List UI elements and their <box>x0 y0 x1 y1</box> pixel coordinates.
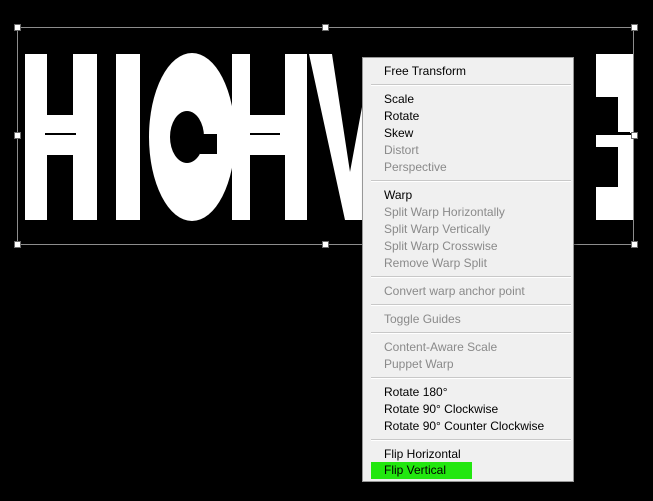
handle-bottom-center[interactable] <box>322 241 329 248</box>
handle-top-center[interactable] <box>322 24 329 31</box>
menu-item-rotate-90-clockwise[interactable]: Rotate 90° Clockwise <box>371 401 565 418</box>
menu-item-scale[interactable]: Scale <box>371 91 565 108</box>
menu-item-convert-warp-anchor-point: Convert warp anchor point <box>384 284 525 298</box>
menu-separator <box>371 276 571 278</box>
menu-item-split-warp-crosswise: Split Warp Crosswise <box>384 239 498 253</box>
handle-top-right[interactable] <box>631 24 638 31</box>
menu-item-free-transform[interactable]: Free Transform <box>371 63 565 80</box>
handle-bottom-right[interactable] <box>631 241 638 248</box>
menu-item-content-aware-scale: Content-Aware Scale <box>384 340 498 354</box>
letter-e <box>596 54 634 220</box>
menu-item-split-warp-horizontally: Split Warp Horizontally <box>384 205 505 219</box>
menu-item-flip-vertical[interactable]: Flip Vertical <box>371 462 472 479</box>
letter-i <box>116 54 140 220</box>
menu-item-flip-horizontal[interactable]: Flip Horizontal <box>371 446 565 463</box>
handle-middle-right[interactable] <box>631 132 638 139</box>
menu-item-puppet-warp: Puppet Warp <box>384 357 454 371</box>
menu-separator <box>371 84 571 86</box>
menu-item-split-warp-vertically: Split Warp Vertically <box>384 222 491 236</box>
handle-middle-left[interactable] <box>14 132 21 139</box>
letter-g <box>149 53 235 221</box>
letter-h-2 <box>232 54 307 220</box>
menu-item-perspective: Perspective <box>384 160 447 174</box>
document-canvas[interactable]: Free Transform Scale Rotate Skew Distort… <box>0 0 653 501</box>
letter-w <box>309 54 362 220</box>
letter-h-1 <box>25 54 97 220</box>
menu-separator <box>371 180 571 182</box>
menu-separator <box>371 439 571 441</box>
menu-item-distort: Distort <box>384 143 419 157</box>
menu-item-rotate-180[interactable]: Rotate 180° <box>371 384 565 401</box>
transform-context-menu: Free Transform Scale Rotate Skew Distort… <box>362 57 574 482</box>
menu-item-rotate[interactable]: Rotate <box>371 108 565 125</box>
menu-item-rotate-90-counter-clockwise[interactable]: Rotate 90° Counter Clockwise <box>371 418 565 435</box>
menu-item-toggle-guides: Toggle Guides <box>384 312 461 326</box>
menu-item-remove-warp-split: Remove Warp Split <box>384 256 487 270</box>
handle-top-left[interactable] <box>14 24 21 31</box>
menu-item-warp[interactable]: Warp <box>371 187 565 204</box>
menu-separator <box>371 304 571 306</box>
handle-bottom-left[interactable] <box>14 241 21 248</box>
menu-separator <box>371 377 571 379</box>
menu-item-skew[interactable]: Skew <box>371 125 565 142</box>
menu-separator <box>371 332 571 334</box>
